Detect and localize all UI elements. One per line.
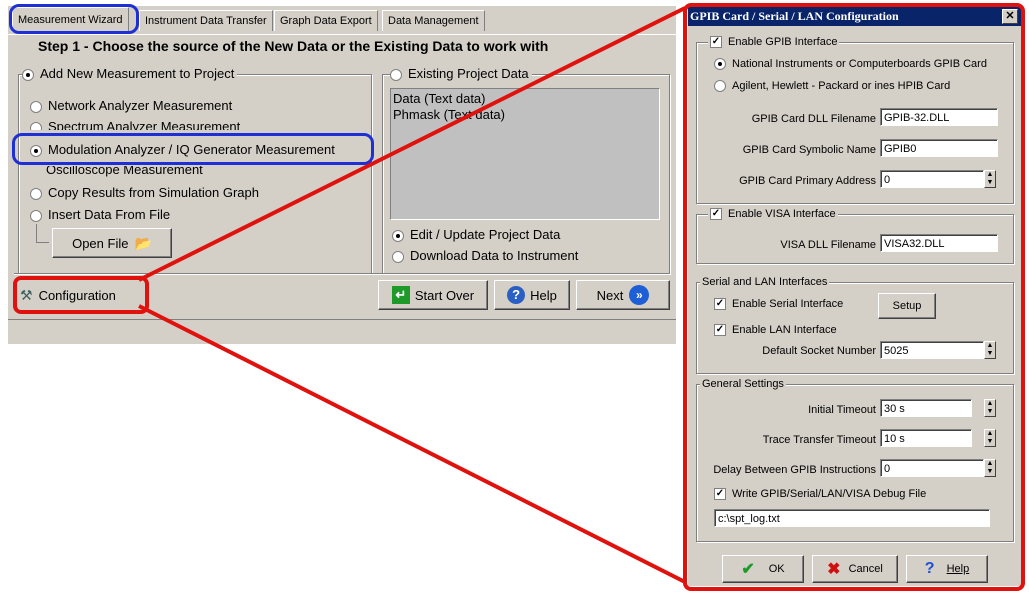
callout-lines: [138, 6, 686, 584]
callout-line-bottom: [138, 304, 686, 584]
callout-line-top: [138, 6, 686, 282]
